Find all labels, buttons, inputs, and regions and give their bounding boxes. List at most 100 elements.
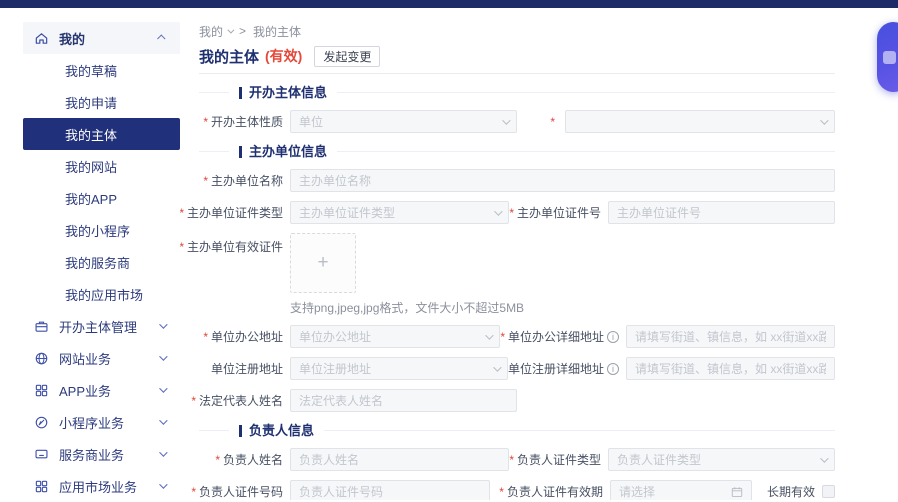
field-label: *主办单位有效证件: [199, 233, 283, 255]
field-label: *主办单位证件号: [509, 204, 601, 221]
chevron-down-icon: [494, 207, 502, 215]
sidebar-item-my-applications[interactable]: 我的申请: [23, 86, 180, 118]
grid-icon: [34, 479, 49, 494]
sidebar-group-my[interactable]: 我的: [23, 22, 180, 54]
sidebar-group-miniprogram-biz[interactable]: 小程序业务: [23, 406, 180, 438]
section-subject-info: 开办主体信息: [199, 86, 835, 99]
sidebar-item-my-app[interactable]: 我的APP: [23, 182, 180, 214]
field-label: *单位办公地址: [199, 328, 283, 345]
sidebar-group-provider-biz[interactable]: 服务商业务: [23, 438, 180, 470]
breadcrumb: 我的 > 我的主体: [199, 24, 898, 38]
sidebar-group-label: 服务商业务: [59, 445, 124, 464]
sidebar-item-my-appmarket[interactable]: 我的应用市场: [23, 278, 180, 310]
field-label: *单位办公详细地址i: [500, 328, 619, 345]
plus-icon: +: [317, 252, 328, 274]
sidebar-group-app-biz[interactable]: APP业务: [23, 374, 180, 406]
section-title: 负责人信息: [249, 424, 314, 437]
sidebar-group-label: 开办主体管理: [59, 317, 137, 336]
sidebar-item-my-subject[interactable]: 我的主体: [23, 118, 180, 150]
org-name-input[interactable]: [290, 169, 835, 192]
main-content: 我的 > 我的主体 我的主体 (有效) 发起变更 开办主体信息 *开办主体性质 …: [180, 8, 898, 500]
monitor-icon: [34, 447, 49, 462]
cert-upload-box[interactable]: +: [290, 233, 356, 293]
required-asterisk: *: [180, 240, 184, 254]
org-cert-no-input[interactable]: [608, 201, 835, 224]
field-label: *负责人姓名: [199, 451, 283, 468]
initiate-change-button[interactable]: 发起变更: [314, 46, 380, 67]
top-brand-bar: [0, 0, 898, 8]
sidebar-item-label: 我的APP: [65, 189, 117, 208]
chevron-down-icon: [159, 320, 167, 328]
field-label: 单位注册详细地址i: [508, 360, 619, 377]
longterm-checkbox[interactable]: [822, 485, 835, 498]
upload-hint: 支持png,jpeg,jpg格式，文件大小不超过5MB: [290, 299, 524, 316]
chevron-up-icon: [157, 34, 165, 42]
chevron-down-icon: [159, 352, 167, 360]
sidebar-item-label: 我的草稿: [65, 61, 117, 80]
required-asterisk: *: [500, 330, 505, 344]
sidebar-group-label: APP业务: [59, 381, 111, 400]
subject-nature-extra-select[interactable]: [565, 110, 835, 133]
required-asterisk: *: [499, 485, 504, 499]
manager-name-input[interactable]: [290, 448, 509, 471]
section-org-info: 主办单位信息: [199, 145, 835, 158]
breadcrumb-separator: >: [239, 24, 246, 38]
validity-date-input[interactable]: 请选择: [610, 480, 752, 500]
manager-cert-type-select[interactable]: 负责人证件类型: [608, 448, 835, 471]
field-label: *负责人证件类型: [509, 451, 601, 468]
field-label: *法定代表人姓名: [199, 392, 283, 409]
sidebar-group-my-label: 我的: [59, 29, 85, 48]
registered-address-detail-input[interactable]: [626, 357, 835, 380]
sidebar: 我的 我的草稿 我的申请 我的主体 我的网站 我的APP 我的小程序 我的服务商…: [0, 8, 180, 500]
manager-cert-no-input[interactable]: [290, 480, 490, 500]
sidebar-item-my-websites[interactable]: 我的网站: [23, 150, 180, 182]
status-badge: (有效): [265, 46, 302, 66]
required-asterisk: *: [191, 485, 196, 499]
required-asterisk: *: [180, 206, 184, 220]
sidebar-group-appmarket-biz[interactable]: 应用市场业务: [23, 470, 180, 502]
sidebar-group-website-biz[interactable]: 网站业务: [23, 342, 180, 374]
registered-address-select[interactable]: 单位注册地址: [290, 357, 508, 380]
sidebar-item-my-miniprogram[interactable]: 我的小程序: [23, 214, 180, 246]
floating-helper-widget[interactable]: [877, 22, 898, 92]
page-title: 我的主体: [199, 46, 259, 67]
briefcase-icon: [34, 319, 49, 334]
breadcrumb-root[interactable]: 我的: [199, 23, 223, 40]
field-label: *负责人证件号码: [199, 483, 283, 500]
info-icon[interactable]: i: [607, 331, 619, 343]
chevron-down-icon: [502, 116, 510, 124]
sidebar-item-label: 我的应用市场: [65, 285, 143, 304]
org-cert-type-select[interactable]: 主办单位证件类型: [290, 201, 509, 224]
field-label: *: [550, 115, 558, 129]
chevron-down-icon: [485, 331, 493, 339]
field-label: 单位注册地址: [199, 360, 283, 377]
sidebar-group-label: 应用市场业务: [59, 477, 137, 496]
subject-nature-select[interactable]: 单位: [290, 110, 517, 133]
required-asterisk: *: [215, 453, 220, 467]
field-label: *主办单位名称: [199, 172, 283, 189]
sidebar-item-label: 我的申请: [65, 93, 117, 112]
required-asterisk: *: [509, 453, 514, 467]
compass-icon: [34, 415, 49, 430]
breadcrumb-current: 我的主体: [253, 23, 301, 40]
section-title: 主办单位信息: [249, 145, 327, 158]
field-label: *主办单位证件类型: [199, 204, 283, 221]
section-manager-info: 负责人信息: [199, 424, 835, 437]
section-title: 开办主体信息: [249, 86, 327, 99]
required-asterisk: *: [203, 174, 208, 188]
legal-representative-input[interactable]: [290, 389, 517, 412]
office-address-select[interactable]: 单位办公地址: [290, 325, 500, 348]
sidebar-group-subject-mgmt[interactable]: 开办主体管理: [23, 310, 180, 342]
required-asterisk: *: [550, 115, 555, 129]
sidebar-group-label: 网站业务: [59, 349, 111, 368]
sidebar-item-my-provider[interactable]: 我的服务商: [23, 246, 180, 278]
chevron-down-icon: [820, 116, 828, 124]
info-icon[interactable]: i: [607, 363, 619, 375]
globe-icon: [34, 351, 49, 366]
chevron-down-icon: [159, 416, 167, 424]
sidebar-item-my-drafts[interactable]: 我的草稿: [23, 54, 180, 86]
office-address-detail-input[interactable]: [626, 325, 835, 348]
grid-icon: [34, 383, 49, 398]
home-icon: [34, 31, 49, 46]
chevron-down-icon: [227, 26, 234, 33]
